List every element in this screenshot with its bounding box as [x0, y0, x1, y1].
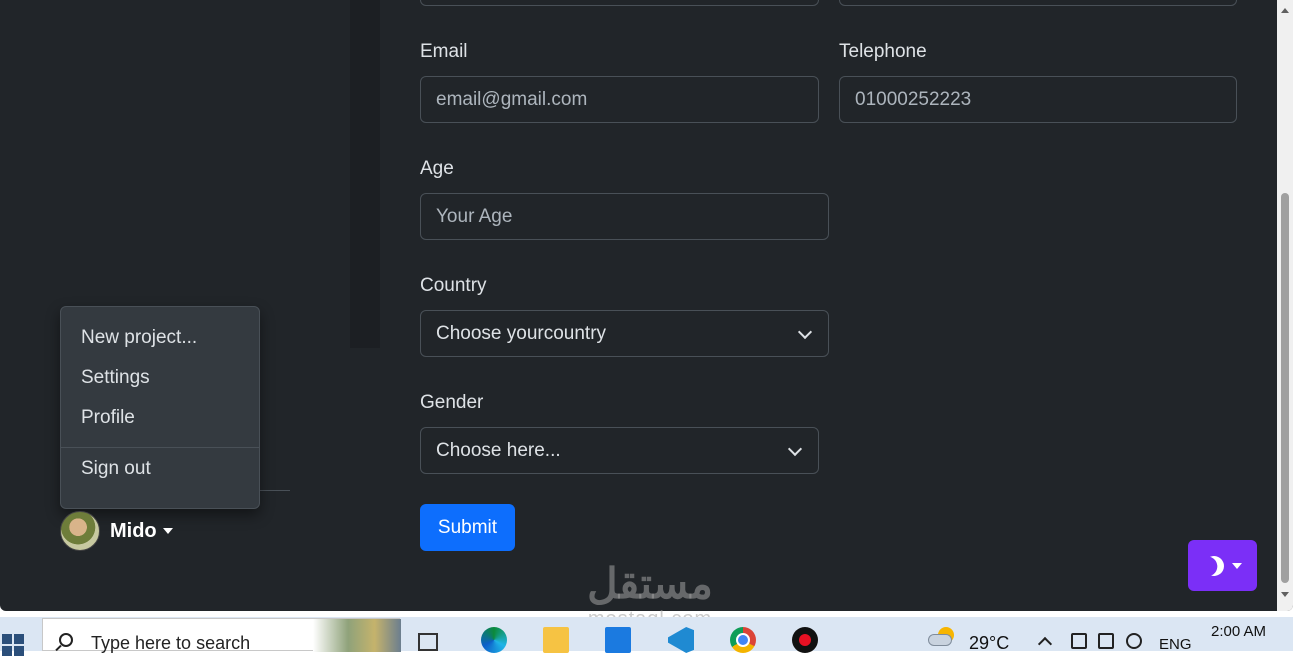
- taskbar-search-box[interactable]: Type here to search: [42, 618, 401, 653]
- gender-label: Gender: [420, 392, 484, 413]
- moon-stars-icon: [1200, 552, 1227, 579]
- username: Mido: [110, 519, 157, 542]
- menu-item-profile[interactable]: Profile: [61, 398, 259, 438]
- app-window: New project... Settings Profile Sign out…: [0, 0, 1293, 611]
- country-label: Country: [420, 275, 487, 296]
- vertical-scrollbar[interactable]: [1277, 0, 1293, 611]
- caret-down-icon: [162, 528, 173, 534]
- scroll-up-arrow-icon[interactable]: [1281, 8, 1289, 13]
- email-placeholder: email@gmail.com: [436, 88, 588, 110]
- email-label: Email: [420, 41, 468, 62]
- age-placeholder: Your Age: [436, 205, 513, 227]
- clock-time[interactable]: 2:00 AM: [1211, 623, 1266, 640]
- menu-item-settings[interactable]: Settings: [61, 358, 259, 398]
- search-icon: [59, 633, 73, 647]
- network-icon[interactable]: [1098, 633, 1114, 649]
- chevron-down-icon: [797, 324, 813, 340]
- meet-now-icon[interactable]: [1071, 633, 1087, 649]
- caret-down-icon: [1231, 562, 1242, 569]
- telephone-field[interactable]: 01000252223: [839, 76, 1237, 123]
- record-icon[interactable]: [792, 627, 818, 653]
- sidebar-edge: [350, 0, 380, 348]
- language-indicator[interactable]: ENG: [1159, 631, 1192, 657]
- gender-select[interactable]: Choose here...: [420, 427, 819, 474]
- theme-toggle-button[interactable]: [1188, 540, 1257, 591]
- user-menu-toggle[interactable]: Mido: [60, 511, 173, 551]
- email-field[interactable]: email@gmail.com: [420, 76, 819, 123]
- age-label: Age: [420, 158, 454, 179]
- volume-icon[interactable]: [1126, 633, 1142, 649]
- scroll-thumb[interactable]: [1281, 193, 1289, 583]
- weather-icon[interactable]: [928, 625, 960, 649]
- telephone-placeholder: 01000252223: [855, 88, 972, 110]
- menu-item-new-project[interactable]: New project...: [61, 318, 259, 358]
- menu-item-sign-out[interactable]: Sign out: [61, 449, 259, 489]
- last-name-input[interactable]: [839, 0, 1237, 6]
- chevron-down-icon: [787, 441, 803, 457]
- task-view-icon[interactable]: [418, 633, 438, 651]
- country-select[interactable]: Choose yourcountry: [420, 310, 829, 357]
- gender-selected-value: Choose here...: [436, 439, 561, 461]
- menu-divider: [61, 447, 259, 448]
- submit-button[interactable]: Submit: [420, 504, 515, 551]
- telephone-label: Telephone: [839, 41, 927, 62]
- edge-icon[interactable]: [481, 627, 507, 653]
- chevron-up-icon[interactable]: [1037, 636, 1053, 652]
- country-selected-value: Choose yourcountry: [436, 322, 607, 344]
- search-highlight-image: [313, 619, 401, 652]
- weather-temperature[interactable]: 29°C: [969, 629, 1009, 657]
- scroll-down-arrow-icon[interactable]: [1281, 592, 1289, 597]
- mail-icon[interactable]: [605, 627, 631, 653]
- vscode-icon[interactable]: [668, 627, 694, 653]
- chrome-icon[interactable]: [730, 627, 756, 653]
- windows-taskbar: Type here to search 29°C ENG 2:00 AM: [0, 617, 1293, 656]
- user-dropdown-menu: New project... Settings Profile Sign out: [60, 306, 260, 509]
- age-field[interactable]: Your Age: [420, 193, 829, 240]
- windows-start-icon[interactable]: [2, 634, 24, 656]
- first-name-input[interactable]: [420, 0, 819, 6]
- avatar: [60, 511, 100, 551]
- file-explorer-icon[interactable]: [543, 627, 569, 653]
